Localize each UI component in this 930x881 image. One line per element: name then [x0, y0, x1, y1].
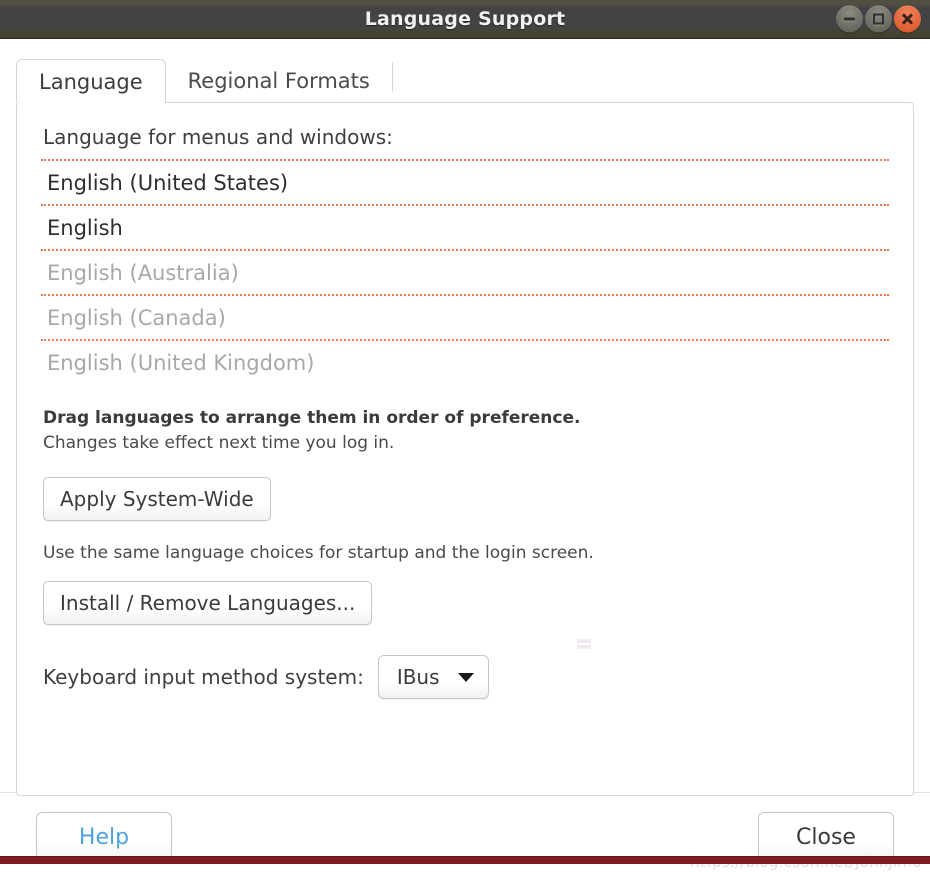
- install-remove-languages-button[interactable]: Install / Remove Languages...: [43, 581, 373, 626]
- dialog-content: Language Regional Formats Language for m…: [0, 55, 930, 881]
- chevron-down-icon: [457, 672, 474, 682]
- language-label: English (United Kingdom): [47, 350, 315, 375]
- apply-system-wide-label: Apply System-Wide: [60, 487, 254, 512]
- drag-hint-secondary: Changes take effect next time you log in…: [43, 432, 395, 453]
- language-label: English (United States): [47, 170, 289, 195]
- close-window-button[interactable]: [894, 5, 921, 33]
- window-title: Language Support: [364, 8, 566, 30]
- apply-system-wide-caption: Use the same language choices for startu…: [43, 543, 594, 564]
- minimize-button[interactable]: [836, 5, 863, 33]
- language-list[interactable]: English (United States) English English …: [41, 159, 889, 384]
- list-item[interactable]: English (United States): [41, 159, 889, 204]
- minimize-icon: [844, 17, 855, 21]
- bottom-accent-bar: [0, 856, 930, 864]
- window-controls: [836, 5, 921, 33]
- maximize-icon: [873, 13, 884, 25]
- language-label: English (Australia): [47, 260, 239, 285]
- help-button[interactable]: Help: [36, 811, 172, 863]
- tab-regional-formats[interactable]: Regional Formats: [166, 59, 392, 103]
- list-item[interactable]: English (Australia): [41, 249, 889, 294]
- close-icon: [901, 13, 914, 26]
- input-method-row: Keyboard input method system: IBus: [43, 655, 889, 700]
- title-bar: Language Support: [0, 0, 930, 39]
- input-method-select[interactable]: IBus: [377, 655, 489, 700]
- section-label: Language for menus and windows:: [43, 125, 393, 149]
- install-remove-languages-label: Install / Remove Languages...: [60, 591, 356, 616]
- tab-language-label: Language: [39, 69, 143, 94]
- tab-divider: [391, 62, 393, 92]
- language-panel: Language for menus and windows: English …: [16, 102, 914, 796]
- drag-hint-primary: Drag languages to arrange them in order …: [43, 408, 581, 428]
- input-method-label: Keyboard input method system:: [43, 665, 364, 690]
- list-item[interactable]: English (United Kingdom): [41, 339, 889, 384]
- input-method-value: IBus: [396, 665, 440, 690]
- maximize-button[interactable]: [865, 5, 892, 33]
- help-button-label: Help: [78, 824, 130, 850]
- drag-hint: Drag languages to arrange them in order …: [43, 406, 889, 455]
- apply-system-wide-button[interactable]: Apply System-Wide: [43, 477, 271, 522]
- language-label: English (Canada): [47, 305, 226, 330]
- language-support-window: Language Support Language Regional Forma…: [0, 0, 930, 881]
- language-label: English: [47, 215, 123, 240]
- close-button-label: Close: [796, 824, 856, 850]
- list-item[interactable]: English: [41, 204, 889, 249]
- cursor-artifact: [577, 639, 591, 649]
- list-item[interactable]: English (Canada): [41, 294, 889, 339]
- tab-language[interactable]: Language: [16, 59, 166, 103]
- tab-strip: Language Regional Formats: [16, 55, 914, 103]
- tab-regional-formats-label: Regional Formats: [187, 69, 370, 93]
